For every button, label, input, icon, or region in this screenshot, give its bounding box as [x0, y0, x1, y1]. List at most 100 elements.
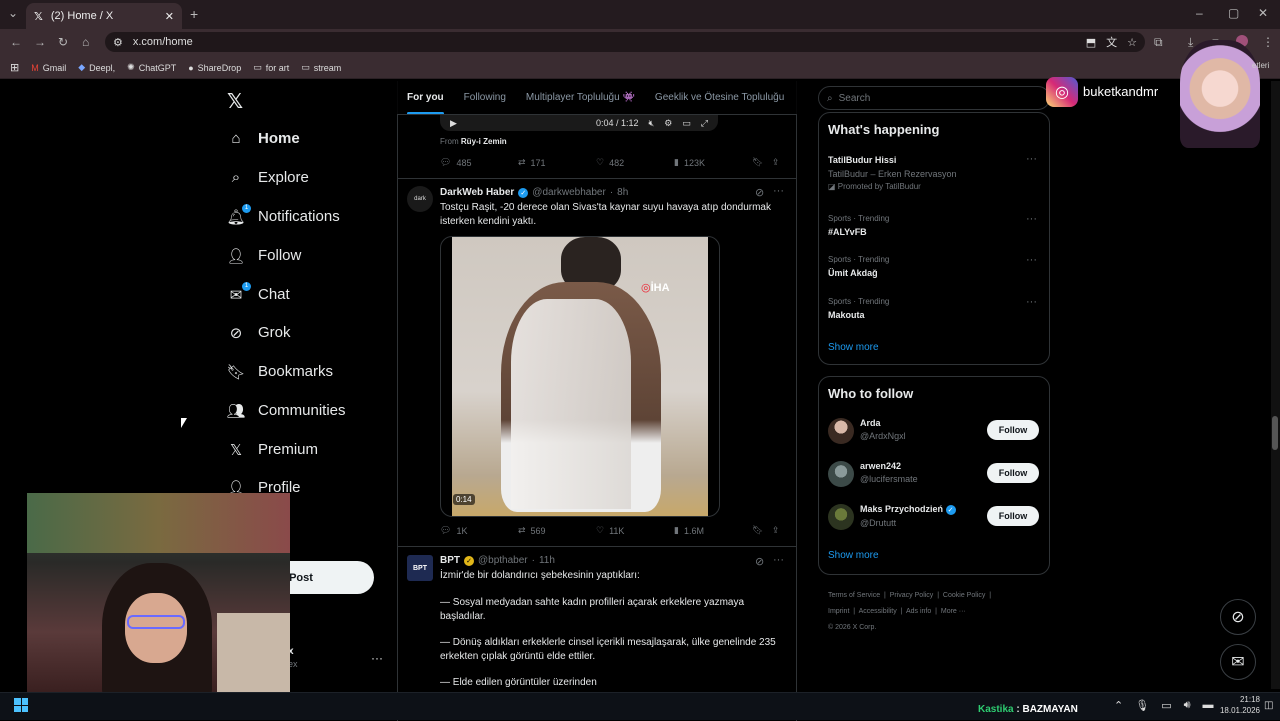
- avatar[interactable]: [828, 418, 854, 444]
- footer-privacy[interactable]: Privacy Policy: [890, 592, 934, 599]
- trend-more-icon[interactable]: ···: [1026, 213, 1037, 225]
- scrollbar-thumb[interactable]: [1272, 416, 1278, 450]
- grok-icon[interactable]: ⊘: [755, 186, 764, 199]
- nav-notifications[interactable]: 🔔︎ 1 Notifications: [226, 203, 340, 226]
- show-more-link[interactable]: Show more: [828, 342, 879, 353]
- home-button-icon[interactable]: ⌂: [82, 35, 89, 49]
- reply-button[interactable]: 💬︎ 485: [440, 157, 518, 168]
- nav-communities[interactable]: 👥︎ Communities: [226, 402, 345, 420]
- avatar[interactable]: dark: [407, 186, 433, 212]
- nav-grok[interactable]: ⊘ Grok: [228, 324, 291, 342]
- tab-geeklik[interactable]: Geeklik ve Ötesine Topluluğu: [655, 92, 784, 103]
- browser-tab[interactable]: 𝕏 (2) Home / X ✕: [26, 3, 182, 29]
- scrollbar[interactable]: [1271, 81, 1280, 689]
- tab-multiplayer[interactable]: Multiplayer Topluluğu 👾: [526, 92, 635, 103]
- nav-follow[interactable]: 👤︎ Follow: [226, 247, 301, 265]
- show-more-link[interactable]: Show more: [828, 550, 879, 561]
- repost-button[interactable]: ⇄ 569: [518, 525, 596, 536]
- footer-more[interactable]: More ···: [941, 608, 966, 615]
- tweet-time[interactable]: 8h: [617, 187, 628, 198]
- install-app-icon[interactable]: ⬒: [1086, 36, 1096, 49]
- suggestion-info[interactable]: arwen242 @lucifersmate: [860, 461, 918, 484]
- from-source-link[interactable]: Rüy-i Zemin: [461, 137, 507, 146]
- address-bar[interactable]: ⚙ x.com/home ⬒ 文 ☆: [105, 32, 1145, 52]
- repost-button[interactable]: ⇄ 171: [518, 157, 596, 168]
- nav-premium[interactable]: 𝕏 Premium: [228, 441, 318, 459]
- views-button[interactable]: ▮ 123K: [674, 157, 752, 168]
- bookmark-button[interactable]: 🔖︎: [752, 157, 772, 168]
- tweet-more-icon[interactable]: ···: [773, 185, 784, 197]
- tweet-more-icon[interactable]: ···: [773, 554, 784, 566]
- bookmark-gmail[interactable]: M Gmail: [31, 63, 66, 73]
- tab-following[interactable]: Following: [464, 92, 506, 103]
- tweet-handle[interactable]: @darkwebhaber: [532, 187, 606, 198]
- settings-icon[interactable]: ⚙: [664, 118, 672, 129]
- tweet-author[interactable]: BPT: [440, 555, 460, 566]
- tweet-video[interactable]: ◎İHA 0:14: [440, 236, 720, 517]
- window-close-icon[interactable]: ✕: [1258, 6, 1268, 20]
- suggestion-info[interactable]: Maks Przychodzień ✓ @Drututt: [860, 504, 956, 528]
- trend-item[interactable]: TatilBudur Hissi TatilBudur – Erken Reze…: [828, 155, 1040, 191]
- avatar[interactable]: [828, 461, 854, 487]
- fullscreen-icon[interactable]: ⤢: [701, 118, 708, 129]
- clock[interactable]: 21:18 18.01.2026: [1206, 694, 1260, 716]
- translate-icon[interactable]: 文: [1106, 34, 1117, 50]
- search-input[interactable]: ⌕ Search: [818, 86, 1050, 110]
- avatar[interactable]: [828, 504, 854, 530]
- tweet-time[interactable]: 11h: [539, 555, 555, 566]
- follow-button[interactable]: Follow: [987, 506, 1039, 526]
- tab-close-icon[interactable]: ✕: [165, 10, 174, 23]
- maximize-icon[interactable]: ▢: [1228, 6, 1239, 20]
- back-icon[interactable]: ←: [10, 35, 22, 49]
- x-logo-icon[interactable]: 𝕏: [227, 89, 243, 114]
- grok-icon[interactable]: ⊘: [755, 555, 764, 568]
- bookmark-folder-stream[interactable]: ▭ stream: [301, 62, 341, 73]
- nav-explore[interactable]: ⌕ Explore: [228, 169, 309, 186]
- bookmark-sharedrop[interactable]: ● ShareDrop: [188, 63, 241, 73]
- share-button[interactable]: ⇪: [772, 157, 780, 168]
- new-tab-icon[interactable]: +: [190, 6, 198, 22]
- menu-icon[interactable]: ⋮: [1262, 35, 1274, 49]
- views-button[interactable]: ▮ 1.6M: [674, 525, 752, 536]
- forward-icon[interactable]: →: [34, 35, 46, 49]
- like-button[interactable]: ♡ 11K: [596, 525, 674, 536]
- tab-for-you[interactable]: For you: [407, 92, 444, 114]
- site-info-icon[interactable]: ⚙: [113, 36, 123, 49]
- nav-home[interactable]: ⌂ Home: [228, 130, 299, 147]
- microphone-icon[interactable]: 🎙︎: [1135, 699, 1149, 712]
- avatar[interactable]: BPT: [407, 555, 433, 581]
- follow-button[interactable]: Follow: [987, 420, 1039, 440]
- suggestion-info[interactable]: Arda @ArdxNgxl: [860, 418, 906, 441]
- footer-imprint[interactable]: Imprint: [828, 608, 849, 615]
- grok-float-button[interactable]: ⊘: [1220, 599, 1256, 635]
- extensions-icon[interactable]: ⧉: [1154, 35, 1163, 50]
- messages-float-button[interactable]: ✉: [1220, 644, 1256, 680]
- bookmark-folder-art[interactable]: ▭ for art: [253, 62, 289, 73]
- reply-button[interactable]: 💬︎ 1K: [440, 525, 518, 536]
- bookmark-chatgpt[interactable]: ✺ ChatGPT: [127, 62, 176, 73]
- trend-item[interactable]: Sports · Trending #ALYvFB: [828, 214, 889, 237]
- nav-chat[interactable]: ✉ 1 Chat: [228, 281, 290, 304]
- minimize-icon[interactable]: –: [1196, 6, 1203, 20]
- star-icon[interactable]: ☆: [1127, 36, 1137, 49]
- tweet-handle[interactable]: @bpthaber: [478, 555, 528, 566]
- footer-cookie[interactable]: Cookie Policy: [943, 592, 985, 599]
- apps-icon[interactable]: ⊞: [10, 61, 19, 74]
- footer-terms[interactable]: Terms of Service: [828, 592, 880, 599]
- trend-item[interactable]: Sports · Trending Makouta: [828, 297, 889, 320]
- notification-center-icon[interactable]: ◫: [1264, 700, 1273, 711]
- trend-item[interactable]: Sports · Trending Ümit Akdağ: [828, 255, 889, 278]
- footer-ads-info[interactable]: Ads info: [906, 608, 931, 615]
- bookmark-button[interactable]: 🔖︎: [752, 525, 772, 536]
- account-more-icon[interactable]: ···: [371, 651, 383, 665]
- trend-more-icon[interactable]: ···: [1026, 153, 1037, 165]
- mute-icon[interactable]: 🔇︎: [649, 118, 655, 129]
- bookmark-deepl[interactable]: ◆ Deepl,: [78, 62, 115, 73]
- nav-bookmarks[interactable]: 🔖︎ Bookmarks: [226, 363, 333, 381]
- play-icon[interactable]: ▶: [450, 118, 457, 129]
- trend-more-icon[interactable]: ···: [1026, 296, 1037, 308]
- like-button[interactable]: ♡ 482: [596, 157, 674, 168]
- trend-more-icon[interactable]: ···: [1026, 254, 1037, 266]
- tweet-author[interactable]: DarkWeb Haber: [440, 187, 514, 198]
- windows-start-icon[interactable]: [14, 698, 28, 712]
